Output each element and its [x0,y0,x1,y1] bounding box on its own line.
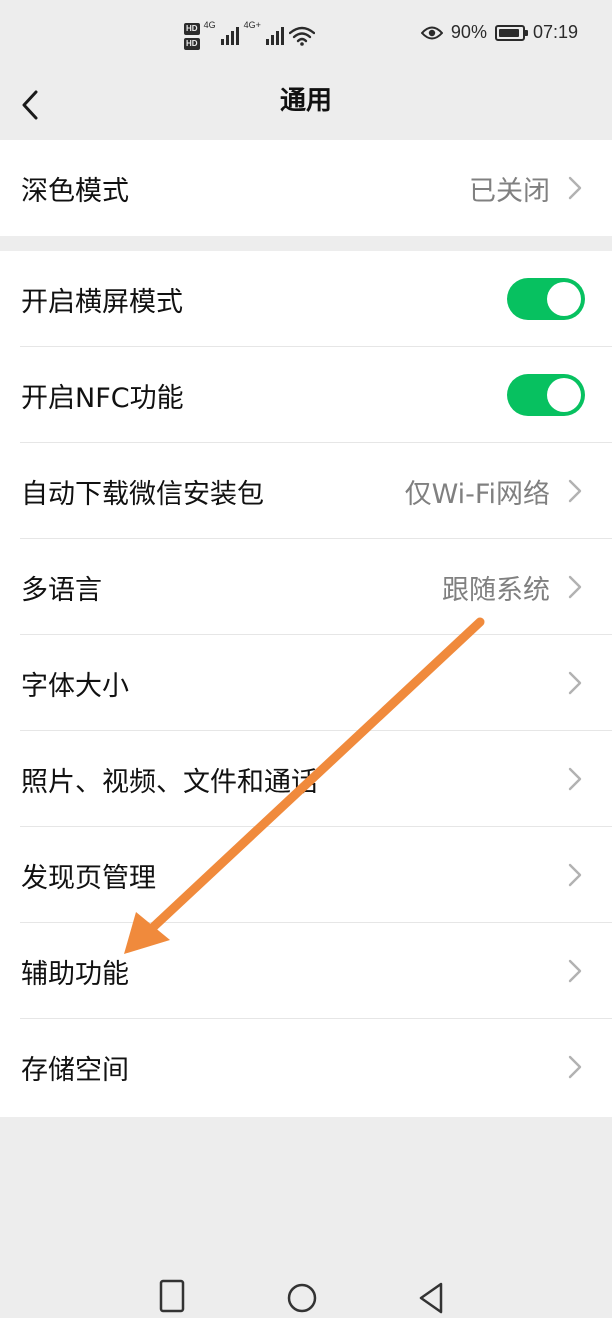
settings-group-general: 开启横屏模式 开启NFC功能 自动下载微信安装包 仅Wi-Fi网络 多语言 跟随… [0,251,612,1117]
setting-row-accessibility[interactable]: 辅助功能 [0,923,612,1019]
setting-row-storage[interactable]: 存储空间 [0,1019,612,1115]
landscape-toggle[interactable] [507,278,585,320]
setting-value: 跟随系统 [442,574,550,606]
system-nav-bar [0,1278,612,1318]
settings-group-display: 深色模式 已关闭 [0,140,612,236]
eye-icon [420,26,443,39]
home-icon[interactable] [282,1278,322,1318]
status-right: 90% 07:19 [420,22,578,43]
clock: 07:19 [532,22,578,42]
setting-row-auto-download[interactable]: 自动下载微信安装包 仅Wi-Fi网络 [0,443,612,539]
chevron-right-icon [568,671,582,695]
setting-row-dark-mode[interactable]: 深色模式 已关闭 [0,140,612,236]
setting-row-font-size[interactable]: 字体大小 [0,635,612,731]
chevron-left-icon [22,90,38,120]
setting-value: 已关闭 [469,175,550,207]
setting-label: 自动下载微信安装包 [21,478,264,510]
setting-label: 照片、视频、文件和通话 [21,766,318,798]
chevron-right-icon [568,575,582,599]
page-title: 通用 [279,86,332,116]
chevron-right-icon [568,959,582,983]
setting-label: 深色模式 [21,175,129,207]
signal-icon [220,27,239,45]
hd-badges: HD HD [184,22,200,50]
setting-row-language[interactable]: 多语言 跟随系统 [0,539,612,635]
setting-label: 存储空间 [21,1054,129,1086]
recent-apps-icon[interactable] [152,1278,192,1318]
chevron-right-icon [568,1055,582,1079]
chevron-right-icon [568,479,582,503]
network-indicators: HD HD 4G 4G+ [184,16,315,56]
chevron-right-icon [568,767,582,791]
setting-label: 发现页管理 [21,862,156,894]
hd-badge: HD [184,37,200,50]
toggle-knob [547,378,581,412]
signal-icon [265,27,284,45]
chevron-right-icon [568,863,582,887]
setting-label: 开启横屏模式 [21,286,183,318]
back-triangle-icon[interactable] [412,1278,452,1318]
wifi-icon [288,26,315,46]
setting-label: 字体大小 [21,670,129,702]
network-type-label: 4G+ [243,20,261,30]
toggle-knob [547,282,581,316]
setting-row-landscape: 开启横屏模式 [0,251,612,347]
back-button[interactable] [10,78,50,132]
setting-label: 多语言 [21,574,102,606]
battery-level [498,28,519,37]
setting-row-media[interactable]: 照片、视频、文件和通话 [0,731,612,827]
setting-label: 辅助功能 [21,958,129,990]
network-type-label: 4G [203,20,216,30]
status-bar: HD HD 4G 4G+ 90% 07:19 [0,0,612,70]
battery-icon [494,24,528,41]
setting-row-discover[interactable]: 发现页管理 [0,827,612,923]
nav-bar: 通用 [0,70,612,140]
chevron-right-icon [568,176,582,200]
setting-value: 仅Wi-Fi网络 [404,478,550,510]
setting-label: 开启NFC功能 [21,382,184,414]
setting-row-nfc: 开启NFC功能 [0,347,612,443]
nfc-toggle[interactable] [507,374,585,416]
hd-badge: HD [184,22,200,35]
battery-percent: 90% [450,22,487,42]
